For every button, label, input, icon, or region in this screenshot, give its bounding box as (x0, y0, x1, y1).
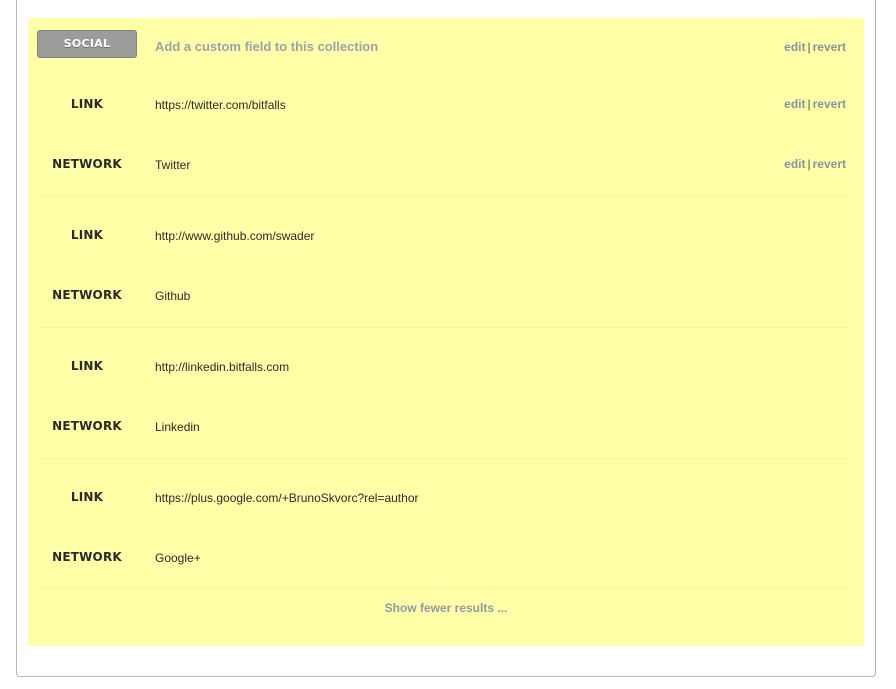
field-value: http://linkedin.bitfalls.com (155, 360, 290, 374)
field-label: LINK (70, 228, 104, 242)
field-row-link: LINK http://linkedin.bitfalls.com (28, 355, 864, 379)
field-label: NETWORK (52, 419, 122, 433)
entry-divider (38, 588, 846, 589)
field-value: Github (155, 289, 191, 303)
field-value: https://twitter.com/bitfalls (155, 98, 286, 112)
entry-divider (38, 458, 846, 459)
header-actions: edit | revert (784, 40, 846, 54)
field-label: LINK (70, 97, 104, 111)
field-label: LINK (70, 490, 104, 504)
field-value: Linkedin (155, 420, 200, 434)
revert-link[interactable]: revert (813, 97, 846, 111)
collection-badge: SOCIAL (37, 30, 137, 58)
field-label: LINK (70, 359, 104, 373)
field-row-network: NETWORK Github (28, 284, 864, 308)
field-label: NETWORK (52, 550, 122, 564)
edit-link[interactable]: edit (784, 97, 805, 111)
field-row-link: LINK https://twitter.com/bitfalls edit | r… (28, 93, 864, 117)
edit-link[interactable]: edit (784, 40, 805, 54)
row-actions: edit | revert (784, 157, 846, 171)
field-label: NETWORK (52, 288, 122, 302)
action-separator: | (807, 97, 811, 111)
field-row-network: NETWORK Google+ (28, 546, 864, 570)
field-value: https://plus.google.com/+BrunoSkvorc?rel… (155, 491, 419, 505)
entry-divider (38, 327, 846, 328)
collection-header-row: SOCIAL Add a custom field to this collec… (28, 30, 864, 60)
field-value: http://www.github.com/swader (155, 229, 315, 243)
show-fewer-results-link[interactable]: Show fewer results ... (28, 601, 864, 615)
entry-divider (38, 196, 846, 197)
revert-link[interactable]: revert (813, 40, 846, 54)
social-collection-panel: SOCIAL Add a custom field to this collec… (28, 18, 864, 646)
action-separator: | (807, 40, 811, 54)
field-value: Google+ (155, 551, 201, 565)
field-row-network: NETWORK Twitter edit | revert (28, 153, 864, 177)
add-custom-field-link[interactable]: Add a custom field to this collection (155, 39, 378, 54)
field-row-network: NETWORK Linkedin (28, 415, 864, 439)
row-actions: edit | revert (784, 97, 846, 111)
field-label: NETWORK (52, 157, 122, 171)
field-row-link: LINK http://www.github.com/swader (28, 224, 864, 248)
action-separator: | (807, 157, 811, 171)
edit-link[interactable]: edit (784, 157, 805, 171)
field-value: Twitter (155, 158, 191, 172)
field-row-link: LINK https://plus.google.com/+BrunoSkvor… (28, 486, 864, 510)
revert-link[interactable]: revert (813, 157, 846, 171)
